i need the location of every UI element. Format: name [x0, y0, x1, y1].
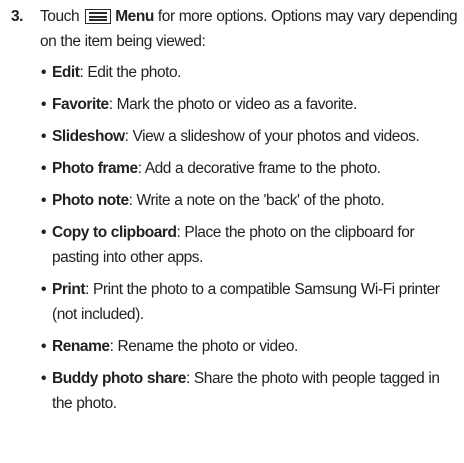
option-term: Print	[52, 281, 86, 298]
option-description: : Rename the photo or video.	[109, 338, 299, 355]
option-term: Edit	[52, 64, 80, 81]
option-term: Favorite	[52, 96, 109, 113]
option-description: : Print the photo to a compatible Samsun…	[52, 281, 440, 323]
option-buddy-photo-share: • Buddy photo share: Share the photo with…	[40, 366, 461, 416]
option-description: : View a slideshow of your photos and vi…	[124, 128, 420, 145]
bullet-icon: •	[41, 192, 46, 209]
option-term: Slideshow	[52, 128, 125, 145]
option-description: : Edit the photo.	[79, 64, 182, 81]
bullet-icon: •	[41, 370, 46, 387]
option-edit: • Edit: Edit the photo.	[40, 60, 461, 85]
option-photo-frame: • Photo frame: Add a decorative frame to …	[40, 156, 461, 181]
bullet-icon: •	[41, 128, 46, 145]
step-lead-text: Touch	[40, 8, 80, 25]
option-rename: • Rename: Rename the photo or video.	[40, 334, 461, 359]
document-page: 3. Touch Menu for more options. Options …	[0, 0, 464, 463]
bullet-icon: •	[41, 224, 46, 241]
option-term: Copy to clipboard	[52, 224, 177, 241]
option-term: Buddy photo share	[52, 370, 186, 387]
option-term: Rename	[52, 338, 110, 355]
bullet-icon: •	[41, 160, 46, 177]
menu-label: Menu	[115, 8, 154, 25]
option-description: : Write a note on the 'back' of the phot…	[128, 192, 385, 209]
step-3: 3. Touch Menu for more options. Options …	[11, 4, 461, 423]
option-description: : Mark the photo or video as a favorite.	[108, 96, 358, 113]
option-slideshow: • Slideshow: View a slideshow of your pho…	[40, 124, 461, 149]
bullet-icon: •	[41, 338, 46, 355]
step-number: 3.	[11, 8, 24, 25]
option-term: Photo note	[52, 192, 129, 209]
option-copy-to-clipboard: • Copy to clipboard: Place the photo on t…	[40, 220, 461, 270]
step-instruction: Touch Menu for more options. Options may…	[40, 4, 461, 54]
options-list: • Edit: Edit the photo. • Favorite: Mark t…	[11, 60, 461, 416]
menu-icon	[85, 9, 112, 24]
option-term: Photo frame	[52, 160, 138, 177]
option-print: • Print: Print the photo to a compatible …	[40, 277, 461, 327]
bullet-icon: •	[41, 281, 46, 298]
option-description: : Add a decorative frame to the photo.	[137, 160, 381, 177]
option-photo-note: • Photo note: Write a note on the 'back' …	[40, 188, 461, 213]
bullet-icon: •	[41, 96, 46, 113]
bullet-icon: •	[41, 64, 46, 81]
option-favorite: • Favorite: Mark the photo or video as a …	[40, 92, 461, 117]
